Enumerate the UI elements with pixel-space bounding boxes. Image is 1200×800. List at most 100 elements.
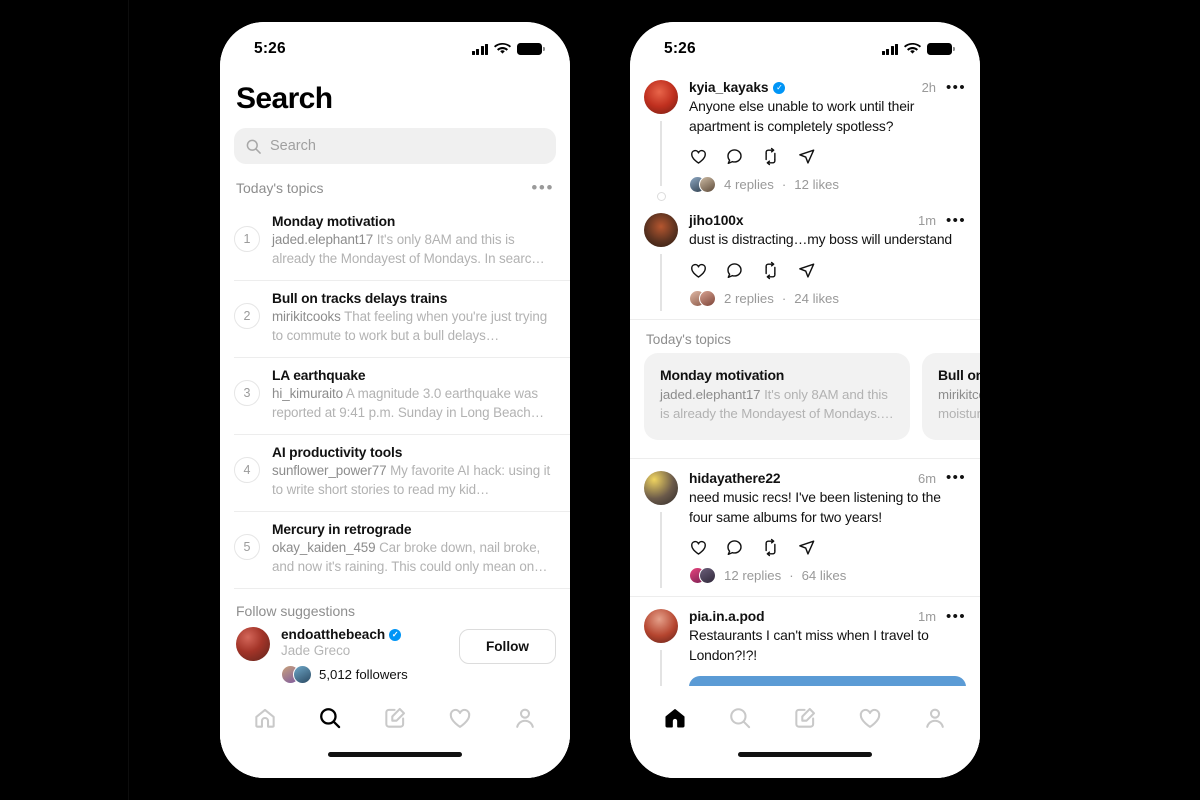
more-options-icon[interactable]: •••: [946, 213, 966, 228]
follow-username: endoatthebeach: [281, 627, 386, 643]
battery-icon: [517, 43, 545, 55]
replier-avatars: [689, 290, 716, 308]
tab-activity[interactable]: [447, 705, 473, 731]
tab-search[interactable]: [727, 705, 753, 731]
topic-title: LA earthquake: [272, 368, 366, 384]
more-options-icon[interactable]: •••: [946, 80, 966, 95]
follow-suggestion-item[interactable]: endoatthebeach ✓ Jade Greco 5,012 follow…: [220, 623, 570, 686]
list-item[interactable]: 4 AI productivity tools sunflower_power7…: [234, 435, 570, 513]
topic-snippet: jaded.elephant17 It's only 8AM and this …: [272, 230, 556, 268]
reply-icon[interactable]: [725, 147, 744, 166]
like-icon[interactable]: [689, 261, 708, 280]
post-username[interactable]: hidayathere22: [689, 471, 781, 486]
status-time: 5:26: [664, 40, 696, 57]
like-icon[interactable]: [689, 538, 708, 557]
topic-username: mirikitcooks: [272, 309, 341, 325]
post-footer[interactable]: 2 replies · 24 likes: [689, 290, 966, 308]
footer-separator: ·: [781, 177, 787, 193]
post-text: need music recs! I've been listening to …: [689, 488, 941, 525]
topic-snippet: jaded.elephant17 It's only 8AM and this …: [660, 386, 894, 424]
share-icon[interactable]: [797, 538, 816, 557]
follower-avatars: [281, 665, 312, 685]
topic-card[interactable]: Monday motivation jaded.elephant17 It's …: [644, 353, 910, 440]
more-options-icon[interactable]: •••: [946, 470, 966, 485]
wifi-icon: [904, 43, 921, 54]
battery-icon: [927, 43, 955, 55]
topic-title: Mercury in retrograde: [272, 522, 412, 538]
topic-title: Bull on tracks delays trains: [938, 367, 980, 384]
verified-badge-icon: ✓: [389, 628, 402, 641]
list-item[interactable]: 2 Bull on tracks delays trains mirikitco…: [234, 281, 570, 359]
avatar: [699, 290, 716, 308]
share-icon[interactable]: [797, 147, 816, 166]
post-actions: [689, 147, 966, 166]
search-placeholder: Search: [270, 138, 316, 154]
page-title: Search: [236, 82, 333, 115]
reply-count: 12 replies: [724, 568, 782, 584]
tab-compose[interactable]: [382, 705, 408, 731]
tab-profile[interactable]: [922, 705, 948, 731]
avatar[interactable]: [644, 213, 678, 248]
feed-content: kyia_kayaks ✓ 2h ••• Anyone else unable …: [630, 68, 980, 686]
list-item[interactable]: 5 Mercury in retrograde okay_kaiden_459 …: [234, 512, 570, 590]
reply-count: 4 replies: [724, 177, 774, 193]
feed-post[interactable]: hidayathere22 6m ••• need music recs! I'…: [630, 459, 980, 592]
topic-rank: 1: [234, 226, 260, 252]
thread-connector: [660, 254, 662, 312]
repost-icon[interactable]: [761, 538, 780, 557]
avatar[interactable]: [644, 609, 678, 644]
list-item[interactable]: 1 Monday motivation jaded.elephant17 It'…: [234, 204, 570, 282]
post-username[interactable]: kyia_kayaks: [689, 80, 769, 95]
search-input[interactable]: Search: [234, 128, 556, 164]
like-icon[interactable]: [689, 147, 708, 166]
post-header: kyia_kayaks ✓ 2h •••: [689, 80, 966, 96]
reply-count: 2 replies: [724, 291, 774, 307]
post-username[interactable]: jiho100x: [689, 213, 744, 228]
tab-search[interactable]: [317, 705, 343, 731]
phone-left-search: 5:26 Search Search Today's topics ••• 1 …: [220, 22, 570, 778]
status-icons: [472, 43, 545, 55]
topics-list: 1 Monday motivation jaded.elephant17 It'…: [220, 204, 570, 590]
replier-avatars: [689, 567, 716, 585]
more-options-icon[interactable]: •••: [946, 609, 966, 624]
topics-carousel[interactable]: Monday motivation jaded.elephant17 It's …: [630, 353, 980, 454]
footer-separator: ·: [789, 568, 794, 584]
tab-home[interactable]: [252, 705, 278, 731]
search-icon: [246, 139, 261, 154]
topic-rank: 3: [234, 380, 260, 407]
post-username[interactable]: pia.in.a.pod: [689, 609, 765, 624]
signal-bars-icon: [882, 43, 898, 55]
feed-post[interactable]: pia.in.a.pod 1m ••• Restaurants I can't …: [630, 597, 980, 686]
feed-post[interactable]: jiho100x 1m ••• dust is distracting…my b…: [630, 201, 980, 315]
follow-suggestions-title: Follow suggestions: [236, 603, 356, 620]
topic-username: okay_kaiden_459: [272, 540, 376, 556]
list-item[interactable]: 3 LA earthquake hi_kimuraito A magnitude…: [234, 358, 570, 436]
reply-icon[interactable]: [725, 538, 744, 557]
topic-snippet: sunflower_power77 My favorite AI hack: u…: [272, 461, 556, 499]
tab-profile[interactable]: [512, 705, 538, 731]
post-attachment-preview[interactable]: [689, 675, 966, 686]
avatar[interactable]: [644, 80, 678, 114]
status-bar-right: 5:26: [630, 22, 980, 68]
topic-rank: 5: [234, 534, 260, 561]
reply-icon[interactable]: [725, 261, 744, 280]
post-footer[interactable]: 12 replies · 64 likes: [689, 567, 966, 585]
post-text: dust is distracting…my boss will underst…: [689, 231, 952, 248]
post-text: Anyone else unable to work until their a…: [689, 98, 915, 134]
follow-button[interactable]: Follow: [458, 629, 556, 665]
more-options-icon[interactable]: •••: [531, 179, 554, 196]
avatar[interactable]: [644, 470, 678, 505]
tab-compose[interactable]: [792, 705, 818, 731]
share-icon[interactable]: [797, 261, 816, 280]
repost-icon[interactable]: [761, 147, 780, 166]
home-indicator: [630, 750, 980, 778]
tab-home[interactable]: [662, 705, 688, 731]
topic-username: hi_kimuraito: [272, 386, 343, 402]
post-footer[interactable]: 4 replies · 12 likes: [689, 176, 966, 194]
follow-fullname: Jade Greco: [281, 643, 351, 659]
repost-icon[interactable]: [761, 261, 780, 280]
tab-activity[interactable]: [857, 705, 883, 731]
feed-post[interactable]: kyia_kayaks ✓ 2h ••• Anyone else unable …: [630, 68, 980, 202]
avatar[interactable]: [236, 627, 270, 662]
topic-card[interactable]: Bull on tracks delays trains mirikitcook…: [922, 353, 980, 440]
